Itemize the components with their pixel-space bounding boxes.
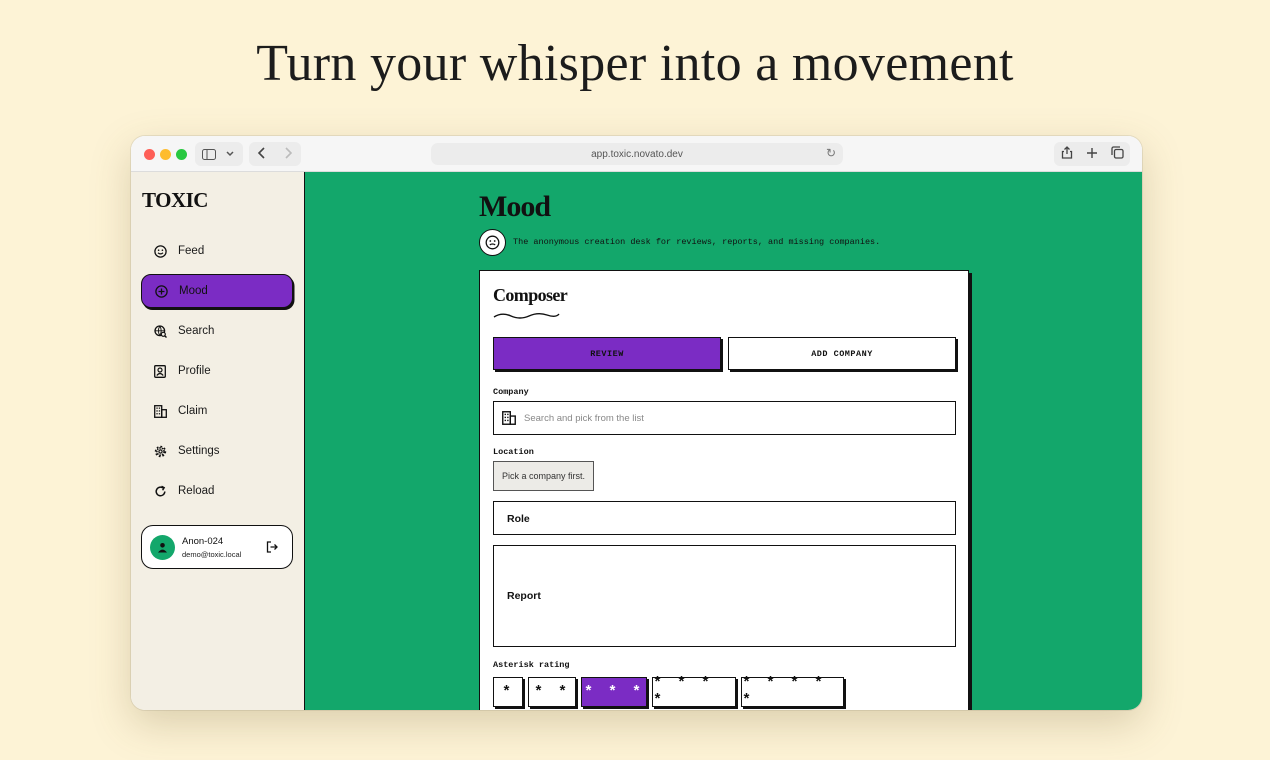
browser-toolbar: app.toxic.novato.dev ↻ [131,136,1142,172]
user-email: demo@toxic.local [182,550,242,559]
minimize-window-button[interactable] [160,149,171,160]
toolbar-actions [1054,142,1130,166]
avatar [150,535,175,560]
building-icon [153,404,167,418]
squiggle-divider [493,313,560,319]
app-sidebar: TOXIC Feed Mood Search Profile Claim Set… [131,172,305,710]
tab-add-company[interactable]: ADD COMPANY [728,337,956,370]
chevron-left-icon [257,146,265,159]
sidebar-item-label: Feed [178,245,205,257]
rating-option-5[interactable]: * * * * * [741,675,844,709]
role-field-label: Role [507,513,530,525]
rating-option-1[interactable]: * [493,677,523,707]
building-icon [502,411,516,430]
sidebar-item-label: Claim [178,405,208,417]
forward-button[interactable] [275,146,301,162]
history-nav [249,142,301,166]
chevron-right-icon [285,146,293,159]
sidebar-item-label: Settings [178,445,220,457]
sidebar-item-reload[interactable]: Reload [141,474,293,508]
sidebar-item-label: Search [178,325,215,337]
share-icon[interactable] [1061,146,1073,162]
composer-title: Composer [493,285,568,305]
plus-circle-icon [154,284,168,298]
logout-button[interactable] [266,540,278,558]
composer-card: Composer REVIEW ADD COMPANY Company Sear… [479,270,969,710]
sidebar-toggle-button[interactable] [195,142,243,166]
url-text: app.toxic.novato.dev [591,148,683,160]
user-name: Anon-024 [182,536,224,547]
page-title: Mood [479,190,551,223]
gear-icon [153,444,167,458]
profile-card-icon [153,364,167,378]
rating-label: Asterisk rating [493,660,570,670]
new-tab-icon[interactable] [1086,147,1098,162]
zoom-window-button[interactable] [176,149,187,160]
chevron-down-icon [226,151,234,157]
page-headline: Turn your whisper into a movement [256,35,1014,92]
sidebar-item-label: Reload [178,485,215,497]
page-subtitle: The anonymous creation desk for reviews,… [513,237,881,247]
browser-window: app.toxic.novato.dev ↻ TOXIC Feed Mood S… [131,136,1142,710]
sidebar-item-search[interactable]: Search [141,314,293,348]
rating-option-4[interactable]: * * * * [652,675,736,709]
rating-option-3[interactable]: * * * [581,677,647,707]
sidebar-icon [202,148,216,160]
reload-page-icon[interactable]: ↻ [826,146,836,160]
back-button[interactable] [249,146,275,162]
sidebar-item-label: Profile [178,365,211,377]
location-select[interactable]: Pick a company first. [493,461,595,491]
address-bar[interactable]: app.toxic.novato.dev ↻ [431,143,843,165]
tab-overview-icon[interactable] [1110,146,1124,162]
sidebar-item-settings[interactable]: Settings [141,434,293,468]
sidebar-item-profile[interactable]: Profile [141,354,293,388]
rating-option-2[interactable]: * * [528,677,576,707]
sidebar-item-mood[interactable]: Mood [141,274,293,308]
company-label: Company [493,387,529,397]
report-textarea[interactable]: Report [493,545,956,647]
app-logo[interactable]: TOXIC [142,188,208,213]
sidebar-item-feed[interactable]: Feed [141,234,293,268]
neutral-face-icon [479,229,506,256]
company-search-input[interactable]: Search and pick from the list [493,401,956,435]
location-label: Location [493,447,534,457]
logout-icon [266,541,278,553]
main-content: Mood The anonymous creation desk for rev… [305,172,1142,710]
sidebar-item-claim[interactable]: Claim [141,394,293,428]
user-card[interactable]: Anon-024 demo@toxic.local [141,525,293,569]
user-icon [158,543,167,553]
report-field-label: Report [507,590,541,602]
company-placeholder: Search and pick from the list [524,413,644,424]
tab-review[interactable]: REVIEW [493,337,721,370]
smile-icon [153,244,167,258]
role-field[interactable]: Role [493,501,956,535]
sidebar-item-label: Mood [179,285,208,297]
globe-search-icon [153,324,167,338]
close-window-button[interactable] [144,149,155,160]
reload-icon [153,484,167,498]
